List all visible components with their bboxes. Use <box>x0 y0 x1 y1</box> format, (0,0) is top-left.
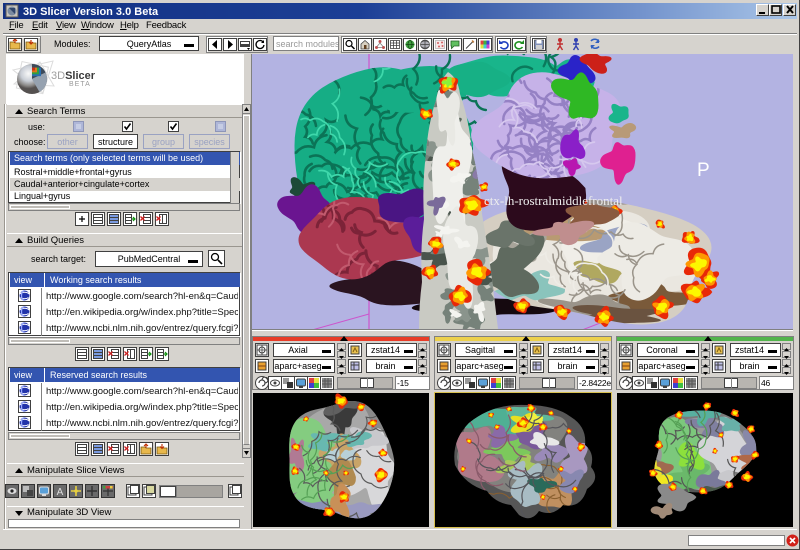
svg-text:A: A <box>57 487 64 497</box>
svg-text:P: P <box>697 160 710 181</box>
svg-text:ctx-lh-rostralmiddlefrontal: ctx-lh-rostralmiddlefrontal <box>484 193 623 208</box>
